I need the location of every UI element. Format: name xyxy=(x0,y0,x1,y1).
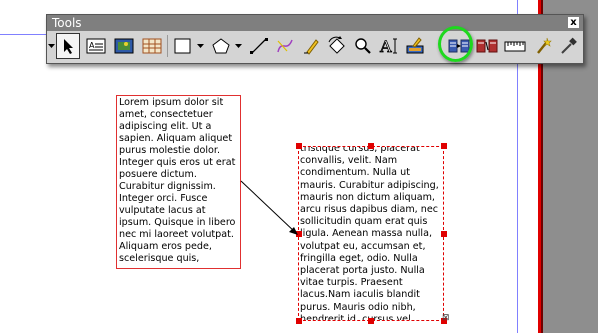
tool-buttons-row: A A xyxy=(47,32,581,62)
select-tool-button[interactable] xyxy=(56,33,80,59)
zoom-tool-button[interactable] xyxy=(351,33,375,59)
tools-palette-title: Tools xyxy=(52,16,82,30)
eyedropper-tool-button[interactable] xyxy=(557,33,581,59)
highlight-ring xyxy=(438,26,473,62)
tools-palette[interactable]: Tools x A A xyxy=(46,14,584,64)
shape-tool-button[interactable] xyxy=(171,33,195,59)
chevron-down-icon[interactable] xyxy=(47,33,55,59)
ruler-icon xyxy=(504,41,526,52)
measurements-tool-button[interactable] xyxy=(503,33,527,59)
pencil-icon xyxy=(304,39,319,55)
edit-text-icon: A xyxy=(379,37,397,56)
pentagon-icon xyxy=(212,38,230,54)
polygon-tool-button[interactable] xyxy=(209,33,233,59)
image-frame-icon xyxy=(114,38,134,54)
edit-contents-icon xyxy=(406,37,424,54)
eyedropper-icon xyxy=(561,37,577,54)
rotate-tool-button[interactable] xyxy=(325,33,349,59)
image-frame-tool-button[interactable] xyxy=(112,33,136,59)
line-icon xyxy=(250,38,268,54)
text-frame-icon: A xyxy=(86,38,106,54)
unlink-frames-icon xyxy=(476,39,498,53)
table-tool-button[interactable] xyxy=(140,33,164,59)
text-frame-tool-button[interactable]: A xyxy=(84,33,108,59)
rectangle-icon xyxy=(174,38,191,54)
shape-dropdown-chevron-down-icon[interactable] xyxy=(195,33,205,59)
tools-palette-titlebar[interactable]: Tools x xyxy=(47,15,583,31)
edit-contents-tool-button[interactable] xyxy=(404,33,428,59)
bezier-icon xyxy=(277,39,293,53)
rotate-icon xyxy=(328,36,345,54)
bezier-tool-button[interactable] xyxy=(273,33,297,59)
freehand-tool-button[interactable] xyxy=(299,33,323,59)
table-icon xyxy=(142,38,162,54)
unlink-text-frames-button[interactable] xyxy=(475,33,499,59)
copy-properties-tool-button[interactable] xyxy=(531,33,555,59)
edit-text-tool-button[interactable]: A xyxy=(377,33,401,59)
svg-text:A: A xyxy=(89,41,95,50)
close-button[interactable]: x xyxy=(568,17,579,28)
magnifier-icon xyxy=(355,38,371,54)
magic-wand-icon xyxy=(537,37,552,54)
arrow-pointer-icon xyxy=(64,39,73,54)
polygon-dropdown-chevron-down-icon[interactable] xyxy=(233,33,243,59)
svg-text:A: A xyxy=(379,37,392,56)
line-tool-button[interactable] xyxy=(247,33,271,59)
toolbar-separator xyxy=(167,35,168,57)
